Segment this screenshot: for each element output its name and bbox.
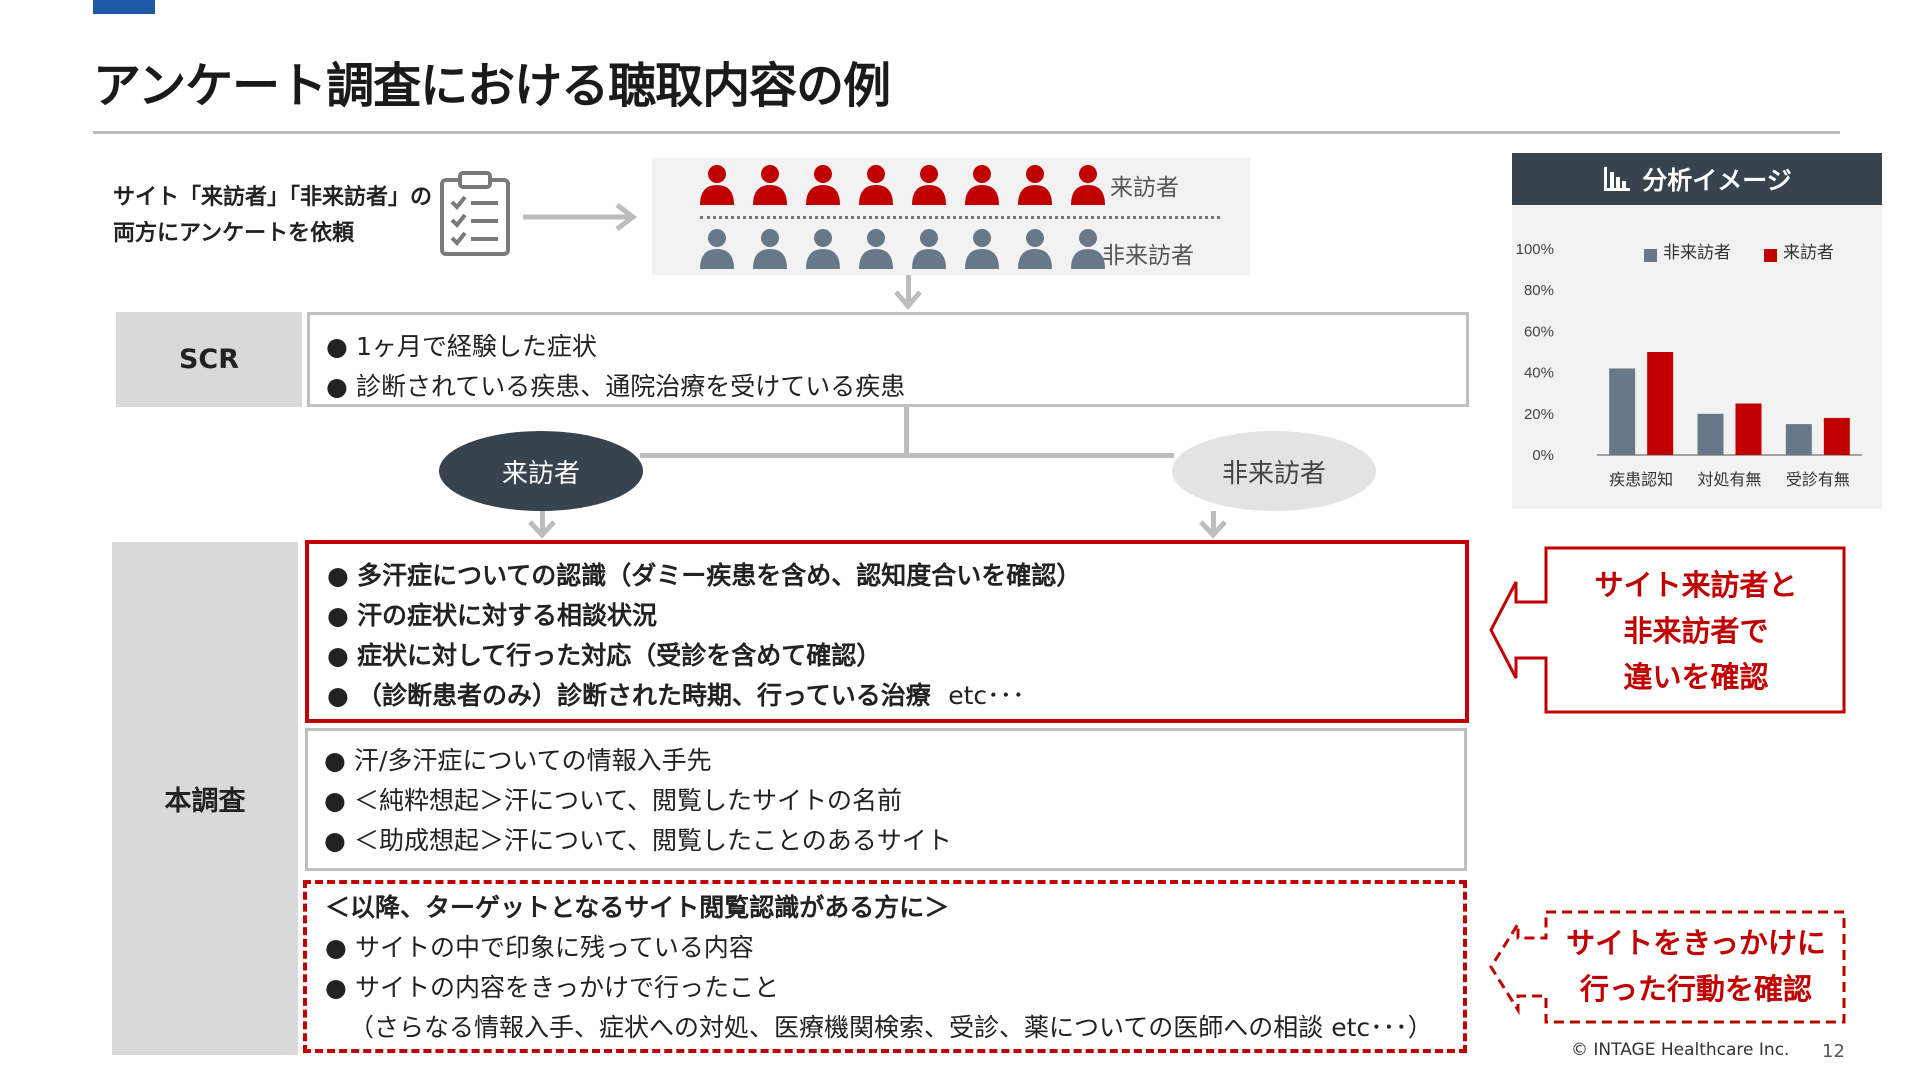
comparison-callout-text: サイト来訪者と 非来訪者で 違いを確認 xyxy=(1594,568,1798,694)
survey-item: ● 多汗症についての認識（ダミー疾患を含め、認知度合いを確認） xyxy=(327,561,1082,590)
visitor-pill: 来訪者 xyxy=(439,431,643,511)
dashed-note: （さらなる情報入手、症状への対処、医療機関検索、受診、薬についての医師への相談 … xyxy=(349,1013,1433,1042)
bar-nonvisitor xyxy=(1697,413,1724,455)
bar-chart-icon xyxy=(1604,167,1631,191)
y-tick-label: 100% xyxy=(1516,241,1554,258)
y-tick-label: 40% xyxy=(1524,365,1554,382)
survey-item: ● 汗/多汗症についての情報入手先 xyxy=(324,746,712,775)
person-icon xyxy=(700,165,734,205)
people-divider xyxy=(700,216,1220,219)
bar-chart: 0% 20% 40% 60% 80% 100% 疾患認知 対処有無 受診有無 非来訪者 来訪者 xyxy=(1516,241,1862,489)
connector-line xyxy=(640,453,1174,458)
arrow-down-icon xyxy=(528,520,556,539)
info-source-box: ● 汗/多汗症についての情報入手先 ● ＜純粋想起＞汗について、閲覧したサイトの名前… xyxy=(305,728,1467,871)
person-icon xyxy=(700,229,734,269)
arrow-down-icon xyxy=(894,290,922,310)
legend-swatch xyxy=(1644,249,1657,262)
person-icon xyxy=(753,229,787,269)
bar-nonvisitor xyxy=(1609,368,1636,455)
legend-swatch xyxy=(1764,249,1777,262)
x-tick-label: 疾患認知 xyxy=(1609,470,1673,489)
person-icon xyxy=(1018,229,1052,269)
scr-label: SCR xyxy=(116,312,302,407)
copyright: © INTAGE Healthcare Inc. xyxy=(1571,1040,1790,1060)
visitor-people-row xyxy=(697,164,1108,206)
legend-label: 来訪者 xyxy=(1783,243,1834,263)
person-icon xyxy=(1018,165,1052,205)
survey-item: ● 症状に対して行った対応（受診を含めて確認） xyxy=(327,641,882,670)
x-tick-label: 受診有無 xyxy=(1786,470,1850,489)
person-icon xyxy=(1071,165,1105,205)
legend-label: 非来訪者 xyxy=(1663,243,1731,263)
visitor-group-label: 来訪者 xyxy=(1110,175,1179,201)
person-icon xyxy=(912,165,946,205)
chart-header: 分析イメージ xyxy=(1512,153,1882,205)
person-icon xyxy=(965,165,999,205)
main-survey-label: 本調査 xyxy=(112,542,298,1055)
chart-title: 分析イメージ xyxy=(1642,166,1792,195)
survey-item: ● サイトの中で印象に残っている内容 xyxy=(325,933,754,962)
person-icon xyxy=(859,229,893,269)
y-tick-label: 60% xyxy=(1524,323,1554,340)
arrow-down-icon xyxy=(1199,520,1227,539)
y-tick-label: 20% xyxy=(1524,406,1554,423)
survey-item: ● サイトの内容をきっかけで行ったこと xyxy=(325,973,780,1002)
intro-text: サイト「来訪者」「非来訪者」の 両方にアンケートを依頼 xyxy=(113,180,432,252)
clipboard-checklist-icon xyxy=(440,171,510,256)
intro-line-1: サイト「来訪者」「非来訪者」の xyxy=(113,185,433,210)
nonvisitor-pill: 非来訪者 xyxy=(1172,431,1376,511)
arrow-right-icon xyxy=(523,203,638,231)
person-icon xyxy=(965,229,999,269)
person-icon xyxy=(912,229,946,269)
respondent-panel: 来訪者 非来訪者 xyxy=(652,158,1250,275)
comparison-items-box: ● 多汗症についての認識（ダミー疾患を含め、認知度合いを確認） ● 汗の症状に対する… xyxy=(305,540,1469,723)
person-icon xyxy=(859,165,893,205)
person-icon xyxy=(806,165,840,205)
survey-item: ● ＜純粋想起＞汗について、閲覧したサイトの名前 xyxy=(324,786,903,815)
x-tick-label: 対処有無 xyxy=(1697,470,1761,489)
intro-line-2: 両方にアンケートを依頼 xyxy=(113,221,355,246)
page-title: アンケート調査における聴取内容の例 xyxy=(93,58,891,114)
bar-visitor xyxy=(1647,352,1674,455)
y-tick-label: 80% xyxy=(1524,282,1554,299)
scr-box: ● 1ヶ月で経験した症状 ● 診断されている疾患、通院治療を受けている疾患 xyxy=(307,312,1469,407)
survey-item: ● ＜助成想起＞汗について、閲覧したことのあるサイト xyxy=(324,826,952,855)
nonvisitor-people-row xyxy=(697,228,1108,270)
connector-line xyxy=(904,407,909,457)
bar-visitor xyxy=(1735,403,1762,455)
analysis-chart-panel: 分析イメージ 0% 20% 40% 60% 80% 100% 疾患認知 対処有無 受診有無 非来訪… xyxy=(1512,153,1882,509)
survey-item: ● 汗の症状に対する相談状況 xyxy=(327,601,658,630)
dashed-heading: ＜以降、ターゲットとなるサイト閲覧認識がある方に＞ xyxy=(325,893,950,922)
survey-item: ● （診断患者のみ）診断された時期、行っている治療 etc･･･ xyxy=(327,681,1025,710)
bar-visitor xyxy=(1823,417,1850,455)
y-tick-label: 0% xyxy=(1532,447,1554,464)
page-number: 12 xyxy=(1822,1041,1845,1062)
site-action-box: ＜以降、ターゲットとなるサイト閲覧認識がある方に＞ ● サイトの中で印象に残ってい… xyxy=(303,880,1467,1053)
title-divider xyxy=(93,131,1840,134)
scr-item: ● 1ヶ月で経験した症状 xyxy=(326,332,597,361)
scr-item: ● 診断されている疾患、通院治療を受けている疾患 xyxy=(326,372,906,401)
person-icon xyxy=(753,165,787,205)
nonvisitor-group-label: 非来訪者 xyxy=(1102,243,1194,269)
action-callout-text: サイトをきっかけに 行った行動を確認 xyxy=(1566,926,1826,1006)
bar-nonvisitor xyxy=(1785,424,1812,455)
etc-suffix: etc･･･ xyxy=(948,681,1025,710)
person-icon xyxy=(806,229,840,269)
corner-accent xyxy=(93,0,155,14)
